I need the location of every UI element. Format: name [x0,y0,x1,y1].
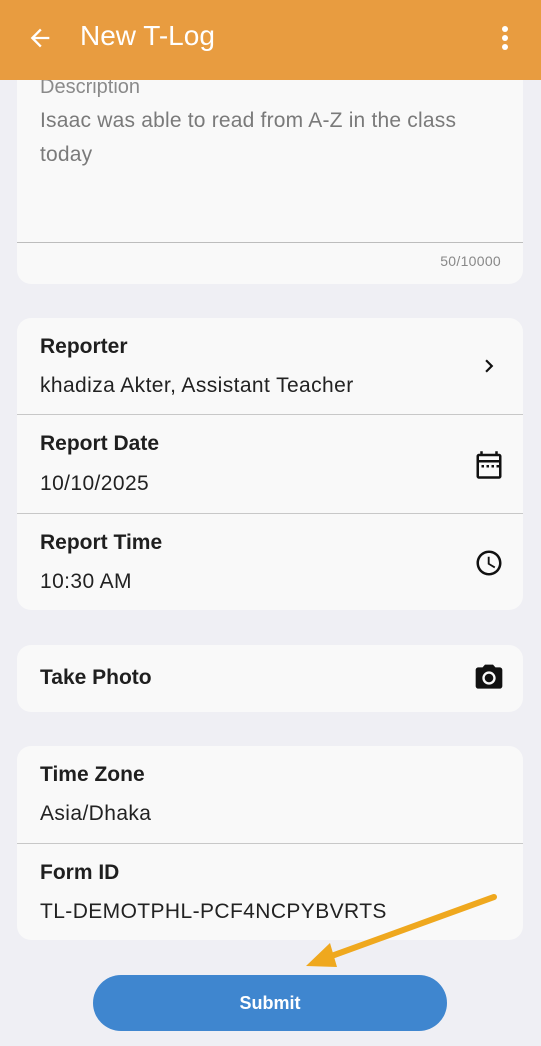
form-id-label: Form ID [40,861,120,884]
overflow-menu-button[interactable] [493,20,517,56]
report-date-row[interactable]: Report Date 10/10/2025 [17,415,523,513]
arrow-left-icon [30,28,50,48]
back-button[interactable] [22,20,58,56]
calendar-icon [473,449,505,481]
submit-button[interactable]: Submit [93,975,447,1031]
report-time-label: Report Time [40,531,163,554]
take-photo-label: Take Photo [40,666,152,689]
reporter-value: khadiza Akter, Assistant Teacher [40,374,354,397]
take-photo-card[interactable]: Take Photo [17,645,523,712]
time-zone-label: Time Zone [40,763,145,786]
page-title: New T-Log [80,20,215,51]
app-bar: New T-Log [0,0,541,80]
time-zone-row: Time Zone Asia/Dhaka [17,746,523,842]
description-underline [17,242,523,243]
form-id-row: Form ID TL-DEMOTPHL-PCF4NCPYBVRTS [17,844,523,940]
report-date-label: Report Date [40,432,160,455]
description-field[interactable]: Isaac was able to read from A-Z in the c… [40,104,480,172]
report-card: Reporter khadiza Akter, Assistant Teache… [17,318,523,610]
chevron-right-icon [473,350,505,382]
character-counter: 50/10000 [440,253,501,269]
form-id-value: TL-DEMOTPHL-PCF4NCPYBVRTS [40,900,387,923]
report-date-value: 10/10/2025 [40,472,150,495]
reporter-row[interactable]: Reporter khadiza Akter, Assistant Teache… [17,318,523,414]
report-time-row[interactable]: Report Time 10:30 AM [17,514,523,610]
info-card: Time Zone Asia/Dhaka Form ID TL-DEMOTPHL… [17,746,523,940]
camera-icon[interactable] [473,662,505,694]
more-vert-icon [502,26,508,50]
clock-icon [473,547,505,579]
time-zone-value: Asia/Dhaka [40,802,152,825]
reporter-label: Reporter [40,335,128,358]
report-time-value: 10:30 AM [40,570,132,593]
